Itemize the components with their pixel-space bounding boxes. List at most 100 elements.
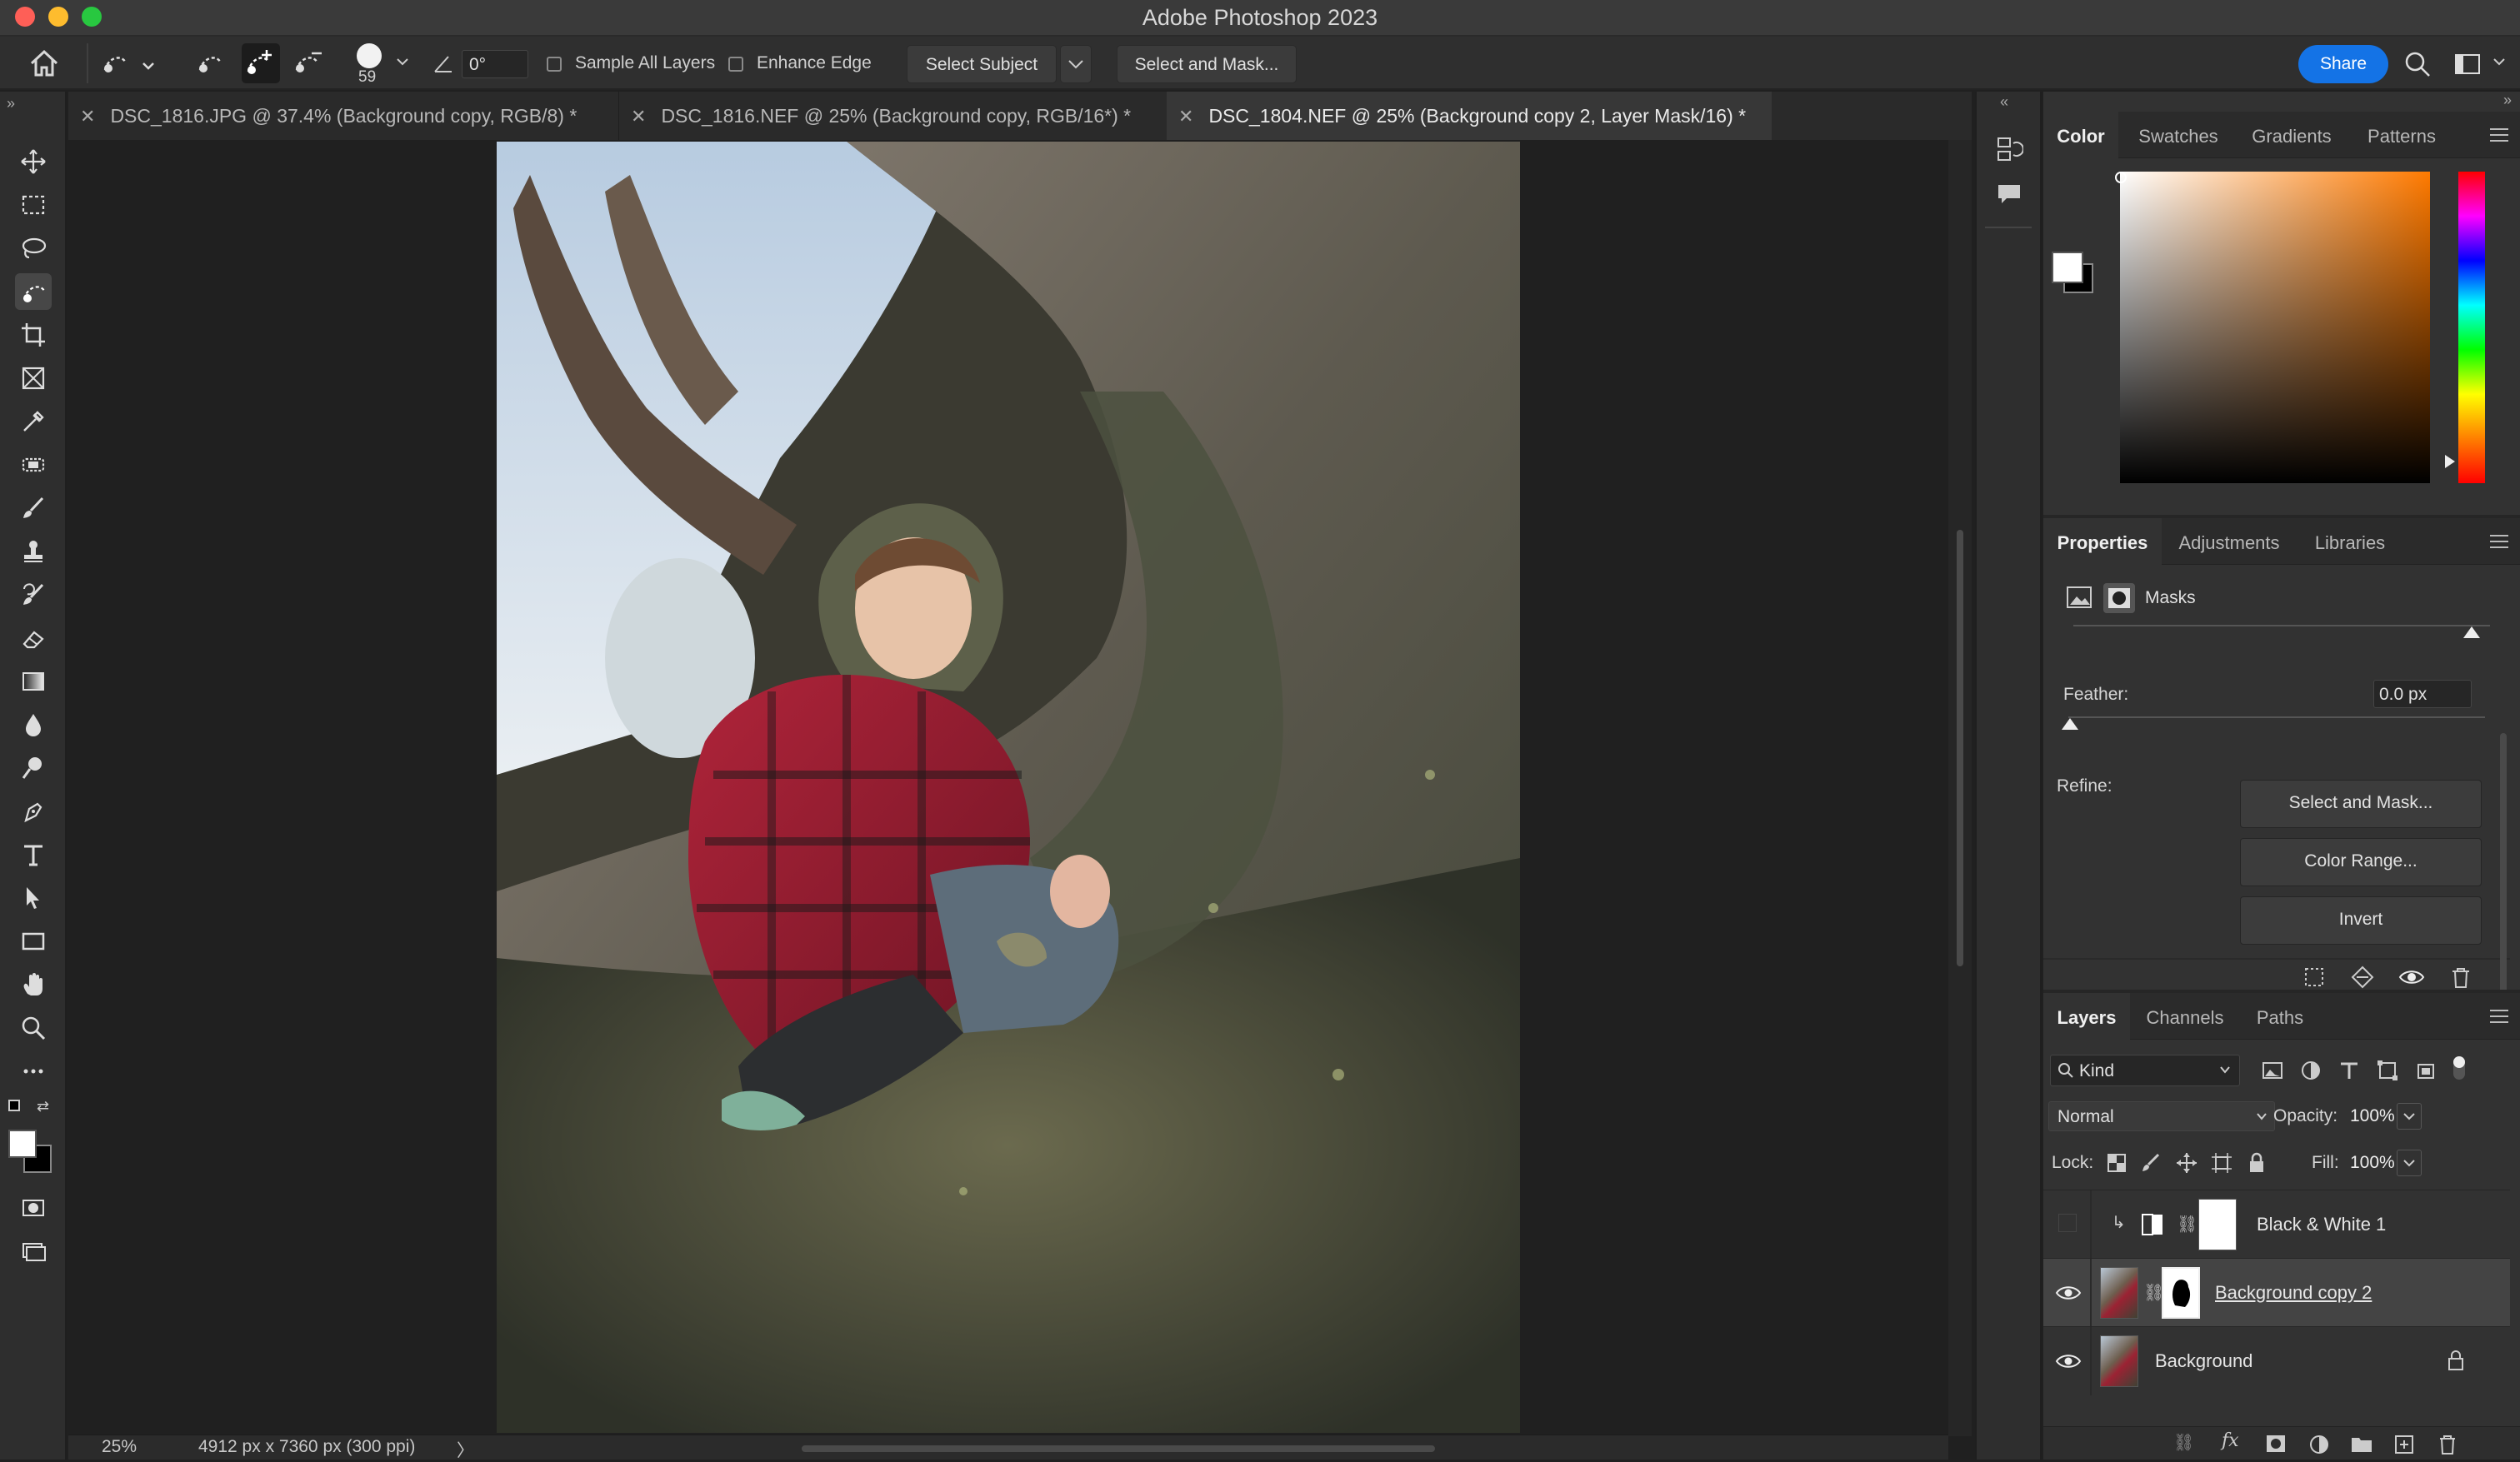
- brush-tool-icon[interactable]: [15, 490, 52, 526]
- layer-mask-icon[interactable]: [2103, 583, 2135, 613]
- add-to-selection-brush-icon[interactable]: [242, 43, 280, 83]
- search-icon[interactable]: [2403, 50, 2432, 82]
- path-selection-tool-icon[interactable]: [15, 880, 52, 916]
- layer-link-icon[interactable]: ⛓: [2177, 1214, 2198, 1235]
- tab-paths[interactable]: Paths: [2240, 993, 2320, 1040]
- chevron-down-icon[interactable]: [395, 57, 410, 72]
- subtract-from-selection-brush-icon[interactable]: [292, 48, 325, 82]
- filter-pixel-icon[interactable]: [2260, 1058, 2285, 1087]
- history-brush-tool-icon[interactable]: [15, 576, 52, 613]
- close-tab-icon[interactable]: ✕: [1178, 106, 1193, 127]
- move-tool-icon[interactable]: [15, 143, 52, 180]
- enhance-edge-checkbox[interactable]: [728, 57, 743, 72]
- lock-transparent-icon[interactable]: [2105, 1151, 2128, 1179]
- close-tab-icon[interactable]: ✕: [631, 106, 646, 127]
- lasso-tool-icon[interactable]: [15, 230, 52, 267]
- feather-field[interactable]: 0.0 px: [2373, 680, 2472, 708]
- panel-menu-icon[interactable]: [2490, 128, 2508, 146]
- select-subject-dropdown[interactable]: [1060, 45, 1092, 83]
- layer-effects-icon[interactable]: fx: [2222, 1430, 2239, 1451]
- add-mask-icon[interactable]: [2265, 1434, 2287, 1458]
- color-picker-field[interactable]: [2120, 172, 2430, 483]
- doc-tab-active[interactable]: ✕ DSC_1804.NEF @ 25% (Background copy 2, …: [1167, 92, 1772, 140]
- hue-slider[interactable]: [2458, 172, 2485, 483]
- expand-toolbar-icon[interactable]: »: [7, 95, 15, 112]
- angle-field[interactable]: 0°: [462, 50, 528, 78]
- new-layer-icon[interactable]: [2393, 1434, 2415, 1460]
- home-icon[interactable]: [28, 48, 60, 82]
- doc-tab[interactable]: ✕ DSC_1816.JPG @ 37.4% (Background copy, …: [68, 92, 615, 140]
- fill-value[interactable]: 100%: [2350, 1153, 2395, 1173]
- more-tools-icon[interactable]: [15, 1053, 52, 1090]
- tab-layers[interactable]: Layers: [2043, 993, 2130, 1040]
- healing-brush-tool-icon[interactable]: [15, 447, 52, 483]
- new-selection-brush-icon[interactable]: [195, 48, 228, 82]
- new-adjustment-layer-icon[interactable]: [2308, 1434, 2330, 1460]
- rectangle-tool-icon[interactable]: [15, 923, 52, 960]
- hue-slider-handle[interactable]: [2445, 455, 2455, 468]
- layer-row[interactable]: ↳ ⛓ Black & White 1: [2043, 1190, 2510, 1259]
- vertical-scrollbar-track[interactable]: [1948, 140, 1972, 1436]
- workspace-chevron-icon[interactable]: [2492, 57, 2507, 72]
- frame-tool-icon[interactable]: [15, 360, 52, 397]
- document-photo[interactable]: [497, 142, 1520, 1433]
- foreground-color-swatch[interactable]: [8, 1130, 37, 1158]
- color-panel-foreground-swatch[interactable]: [2052, 252, 2083, 283]
- quick-mask-icon[interactable]: [15, 1190, 52, 1226]
- zoom-level[interactable]: 25%: [102, 1437, 137, 1457]
- density-slider-handle[interactable]: [2463, 626, 2480, 638]
- filter-adjustment-icon[interactable]: [2298, 1058, 2323, 1087]
- layer-row[interactable]: Background: [2043, 1326, 2510, 1395]
- sample-all-layers-checkbox[interactable]: [547, 57, 562, 72]
- dodge-tool-icon[interactable]: [15, 750, 52, 786]
- feather-slider[interactable]: [2068, 716, 2485, 718]
- layer-visibility-toggle-off[interactable]: [2058, 1214, 2077, 1232]
- gradient-tool-icon[interactable]: [15, 663, 52, 700]
- filter-smart-object-icon[interactable]: [2413, 1058, 2438, 1087]
- panel-menu-icon[interactable]: [2490, 535, 2508, 552]
- layer-mask-thumbnail[interactable]: [2162, 1267, 2200, 1319]
- lock-all-icon[interactable]: [2245, 1151, 2268, 1179]
- brush-size-icon[interactable]: [357, 43, 382, 68]
- blur-tool-icon[interactable]: [15, 706, 52, 743]
- close-tab-icon[interactable]: ✕: [80, 106, 95, 127]
- new-group-icon[interactable]: [2350, 1434, 2373, 1458]
- collapse-strip-icon[interactable]: «: [2000, 93, 2008, 111]
- blend-mode-select[interactable]: Normal: [2048, 1101, 2275, 1131]
- share-button[interactable]: Share: [2298, 45, 2388, 83]
- tab-gradients[interactable]: Gradients: [2237, 112, 2347, 158]
- type-tool-icon[interactable]: [15, 836, 52, 873]
- vertical-scrollbar-thumb[interactable]: [1957, 530, 1963, 966]
- layer-kind-filter[interactable]: Kind: [2050, 1055, 2240, 1086]
- tab-libraries[interactable]: Libraries: [2297, 518, 2403, 565]
- layer-name[interactable]: Black & White 1: [2257, 1214, 2386, 1235]
- invert-button[interactable]: Invert: [2240, 896, 2482, 945]
- comments-panel-icon[interactable]: [1995, 180, 2023, 212]
- lock-position-icon[interactable]: [2175, 1151, 2198, 1179]
- zoom-tool-icon[interactable]: [15, 1010, 52, 1046]
- layer-thumbnail[interactable]: [2100, 1267, 2138, 1319]
- workspace-icon[interactable]: [2453, 50, 2482, 82]
- layer-name[interactable]: Background: [2155, 1350, 2252, 1372]
- layer-mask-thumbnail[interactable]: [2198, 1199, 2237, 1250]
- history-panel-icon[interactable]: [1995, 135, 2024, 167]
- pen-tool-icon[interactable]: [15, 793, 52, 830]
- swap-colors-icon[interactable]: ⇄: [37, 1098, 49, 1115]
- tab-channels[interactable]: Channels: [2135, 993, 2235, 1040]
- default-colors-icon[interactable]: [8, 1100, 20, 1111]
- opacity-value[interactable]: 100%: [2350, 1106, 2395, 1126]
- quick-selection-tool-icon[interactable]: [15, 273, 52, 310]
- opacity-chevron-icon[interactable]: [2397, 1103, 2422, 1130]
- properties-scrollbar[interactable]: [2500, 733, 2507, 1033]
- hand-tool-icon[interactable]: [15, 966, 52, 1003]
- horizontal-scrollbar[interactable]: [802, 1445, 1435, 1452]
- doc-tab[interactable]: ✕ DSC_1816.NEF @ 25% (Background copy, RG…: [618, 92, 1165, 140]
- link-layers-icon[interactable]: ⛓: [2173, 1432, 2194, 1453]
- tab-patterns[interactable]: Patterns: [2350, 112, 2453, 158]
- select-and-mask-button[interactable]: Select and Mask...: [1117, 45, 1297, 83]
- tab-swatches[interactable]: Swatches: [2123, 112, 2233, 158]
- filter-toggle[interactable]: [2453, 1056, 2465, 1080]
- pixel-mask-icon[interactable]: [2065, 583, 2093, 616]
- tab-color[interactable]: Color: [2043, 112, 2118, 158]
- eraser-tool-icon[interactable]: [15, 620, 52, 656]
